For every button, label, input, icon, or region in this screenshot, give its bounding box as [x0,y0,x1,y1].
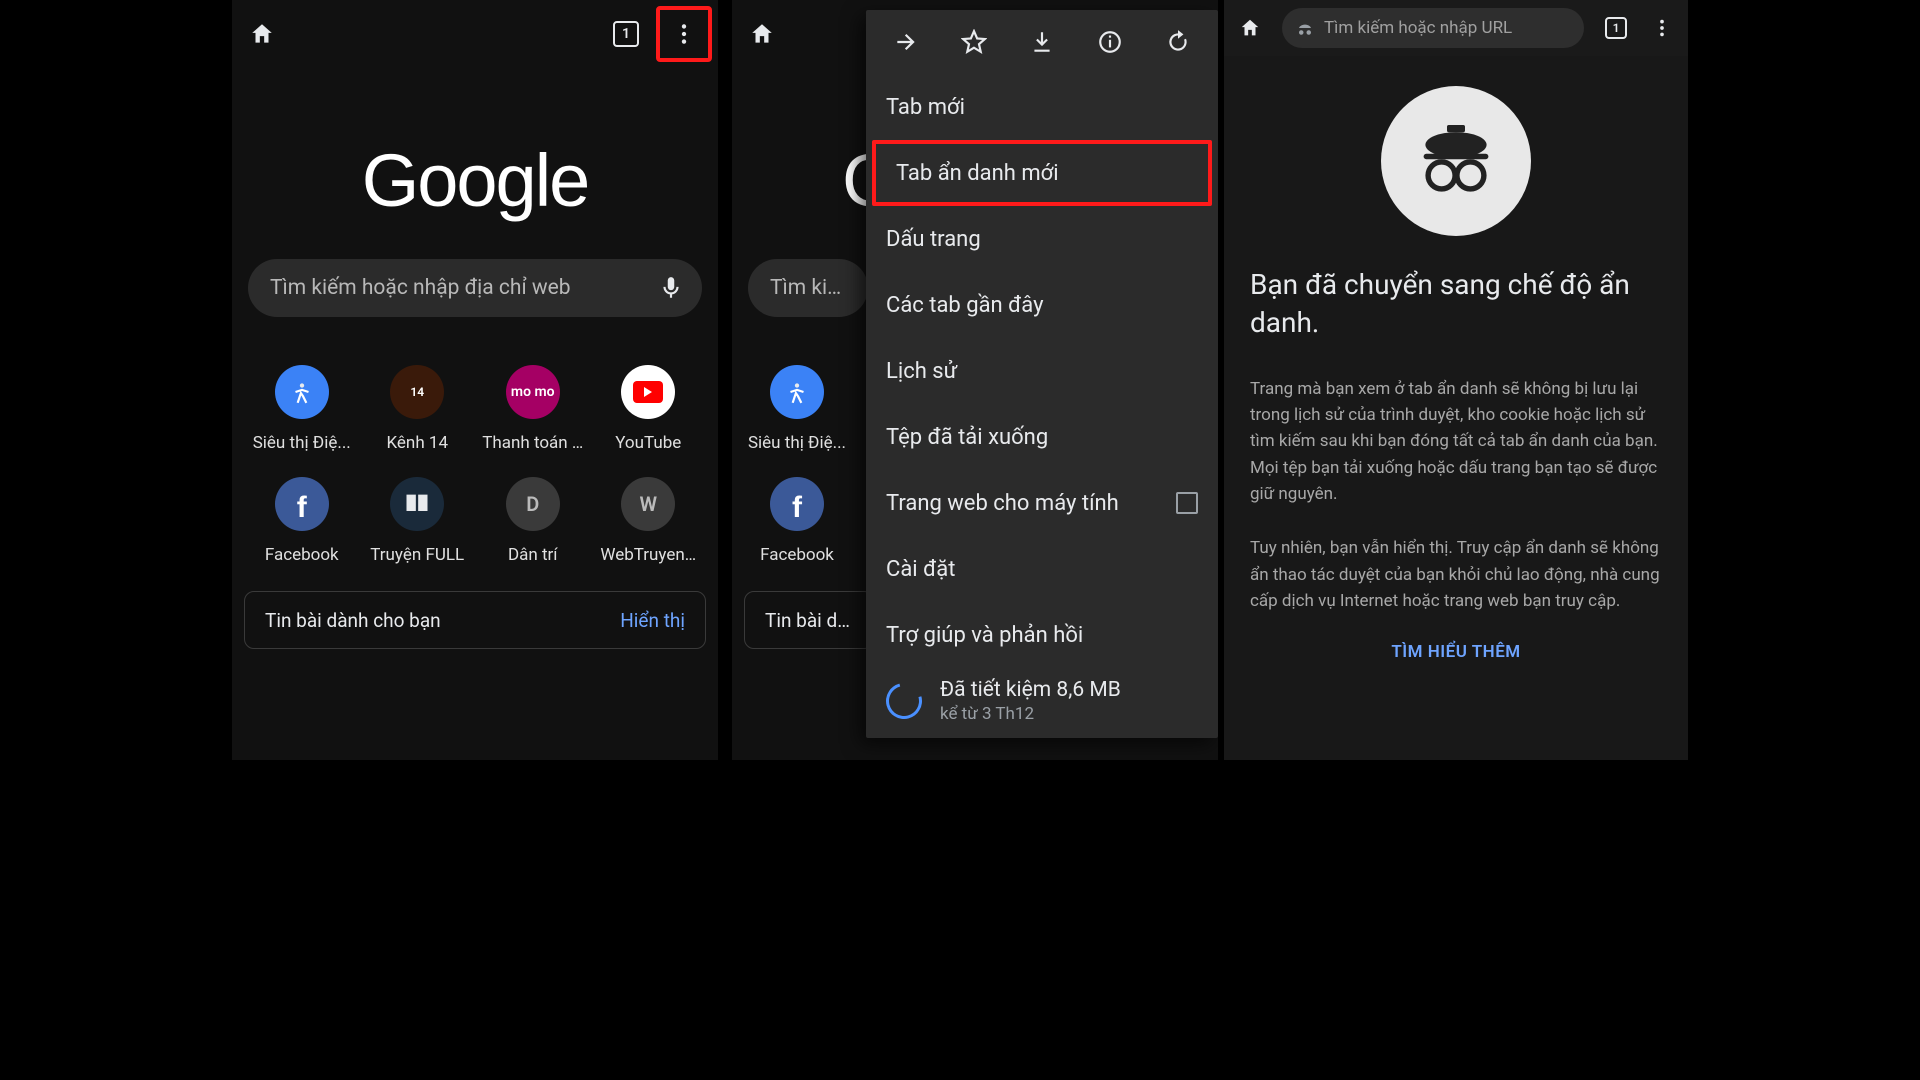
search-bar[interactable]: Tìm kiếm hoặc nhập địa chỉ web [248,259,702,317]
incognito-paragraph-1: Trang mà bạn xem ở tab ẩn danh sẽ không … [1250,376,1662,508]
shortcut-item[interactable]: W WebTruyen… [591,477,707,565]
chrome-home-screen: 1 Google Tìm kiếm hoặc nhập địa chỉ web … [232,0,718,760]
shortcut-icon [275,365,329,419]
menu-item-label: Cài đặt [886,557,955,582]
shortcut-icon: f [275,477,329,531]
incognito-icon [1381,86,1531,236]
shortcut-label: Facebook [760,545,834,565]
shortcut-item[interactable]: f Facebook [744,477,850,565]
learn-more-link[interactable]: TÌM HIỂU THÊM [1250,642,1662,662]
data-saver-line2: kể từ 3 Th12 [940,704,1121,724]
menu-item[interactable]: Trợ giúp và phản hồi [866,602,1218,668]
tab-count-badge: 1 [1605,17,1627,39]
search-placeholder: Tìm kiếm hoặc nhập địa chỉ web [270,276,658,300]
shortcut-label: WebTruyen… [600,545,696,565]
shortcut-icon: D [506,477,560,531]
menu-item[interactable]: Tab mới [866,74,1218,140]
shortcut-icon: 14 [390,365,444,419]
menu-item[interactable]: Dấu trang [866,206,1218,272]
home-icon[interactable] [738,10,786,58]
shortcut-item[interactable]: Siêu thị Điệ... [244,365,360,453]
forward-icon[interactable] [882,18,930,66]
menu-item-label: Trợ giúp và phản hồi [886,623,1083,648]
shortcuts-grid: Siêu thị Điệ... 14 Kênh 14 mo mo Thanh toán … [232,317,718,565]
shortcut-item[interactable]: 14 Kênh 14 [360,365,476,453]
overflow-menu-button[interactable] [656,6,712,62]
for-you-bar[interactable]: Tin bài dành cho bạn Hiển thị [244,591,706,649]
menu-item[interactable]: Cài đặt [866,536,1218,602]
search-placeholder: Tìm kiếm [770,276,850,300]
tab-switcher-button[interactable]: 1 [602,10,650,58]
shortcut-label: Kênh 14 [386,433,448,453]
shortcut-label: Thanh toán … [482,433,583,453]
menu-item-label: Tab mới [886,95,965,120]
incognito-heading: Bạn đã chuyển sang chế độ ẩn danh. [1250,266,1662,342]
shortcut-icon: f [770,477,824,531]
shortcut-label: Truyện FULL [370,545,464,565]
search-bar[interactable]: Tìm kiếm [748,259,868,317]
menu-item-label: Lịch sử [886,359,957,384]
for-you-label: Tin bài dành cho bạn [265,609,620,632]
shortcut-icon: W [621,477,675,531]
home-icon[interactable] [1230,8,1270,48]
toolbar: 1 [232,0,718,68]
incognito-paragraph-2: Tuy nhiên, bạn vẫn hiển thị. Truy cập ẩn… [1250,535,1662,614]
for-you-action[interactable]: Hiển thị [620,609,685,632]
shortcut-item[interactable]: YouTube [591,365,707,453]
shortcut-label: Facebook [265,545,339,565]
shortcut-item[interactable]: D Dân trí [475,477,591,565]
chrome-incognito-screen: Tìm kiếm hoặc nhập URL 1 Bạn đã c [1224,0,1688,760]
menu-item[interactable]: Trang web cho máy tính [866,470,1218,536]
shortcut-item[interactable]: mo mo Thanh toán … [475,365,591,453]
menu-item[interactable]: Tệp đã tải xuống [866,404,1218,470]
data-saver-line1: Đã tiết kiệm 8,6 MB [940,678,1121,702]
chrome-overflow-menu-screen: G Tìm kiếm Siêu thị Điệ...fFacebook Tin … [732,0,1218,760]
google-logo-row: Google [232,68,718,259]
shortcut-item[interactable]: Siêu thị Điệ... [744,365,850,453]
shortcut-item[interactable]: f Facebook [244,477,360,565]
data-saver-row[interactable]: Đã tiết kiệm 8,6 MB kể từ 3 Th12 [866,668,1218,728]
tab-switcher-button[interactable]: 1 [1596,8,1636,48]
home-icon[interactable] [238,10,286,58]
data-saver-icon [879,676,928,725]
url-bar[interactable]: Tìm kiếm hoặc nhập URL [1282,8,1584,48]
menu-item[interactable]: Lịch sử [866,338,1218,404]
shortcut-label: Siêu thị Điệ... [253,433,351,453]
overflow-menu: Tab mới Tab ẩn danh mới Dấu trang Các tab g… [866,10,1218,738]
shortcut-label: YouTube [615,433,681,453]
for-you-label: Tin bài dành [765,609,853,632]
overflow-menu-button[interactable] [1642,8,1682,48]
menu-item-label: Các tab gần đây [886,293,1044,318]
incognito-body: Bạn đã chuyển sang chế độ ẩn danh. Trang… [1224,56,1688,662]
shortcut-icon [390,477,444,531]
shortcut-label: Dân trí [508,545,558,565]
menu-icon-row [866,10,1218,74]
incognito-hat-icon [1296,19,1314,37]
menu-item-label: Tệp đã tải xuống [886,425,1048,450]
menu-item[interactable]: Tab ẩn danh mới [872,140,1212,206]
shortcut-item[interactable]: Truyện FULL [360,477,476,565]
menu-item-label: Tab ẩn danh mới [896,161,1059,186]
menu-item-label: Trang web cho máy tính [886,491,1119,516]
menu-item[interactable]: Các tab gần đây [866,272,1218,338]
desktop-site-checkbox[interactable] [1176,492,1198,514]
toolbar: Tìm kiếm hoặc nhập URL 1 [1224,0,1688,56]
shortcut-icon: mo mo [506,365,560,419]
info-icon[interactable] [1086,18,1134,66]
tab-count-badge: 1 [613,21,639,47]
mic-icon[interactable] [658,275,684,301]
star-icon[interactable] [950,18,998,66]
reload-icon[interactable] [1154,18,1202,66]
for-you-bar[interactable]: Tin bài dành [744,591,874,649]
shortcut-label: Siêu thị Điệ... [748,433,846,453]
menu-item-label: Dấu trang [886,227,981,252]
download-icon[interactable] [1018,18,1066,66]
google-logo: Google [362,138,589,223]
shortcuts-grid: Siêu thị Điệ... f Facebook [732,317,862,565]
url-placeholder: Tìm kiếm hoặc nhập URL [1324,18,1512,38]
shortcut-icon [770,365,824,419]
shortcut-icon [621,365,675,419]
